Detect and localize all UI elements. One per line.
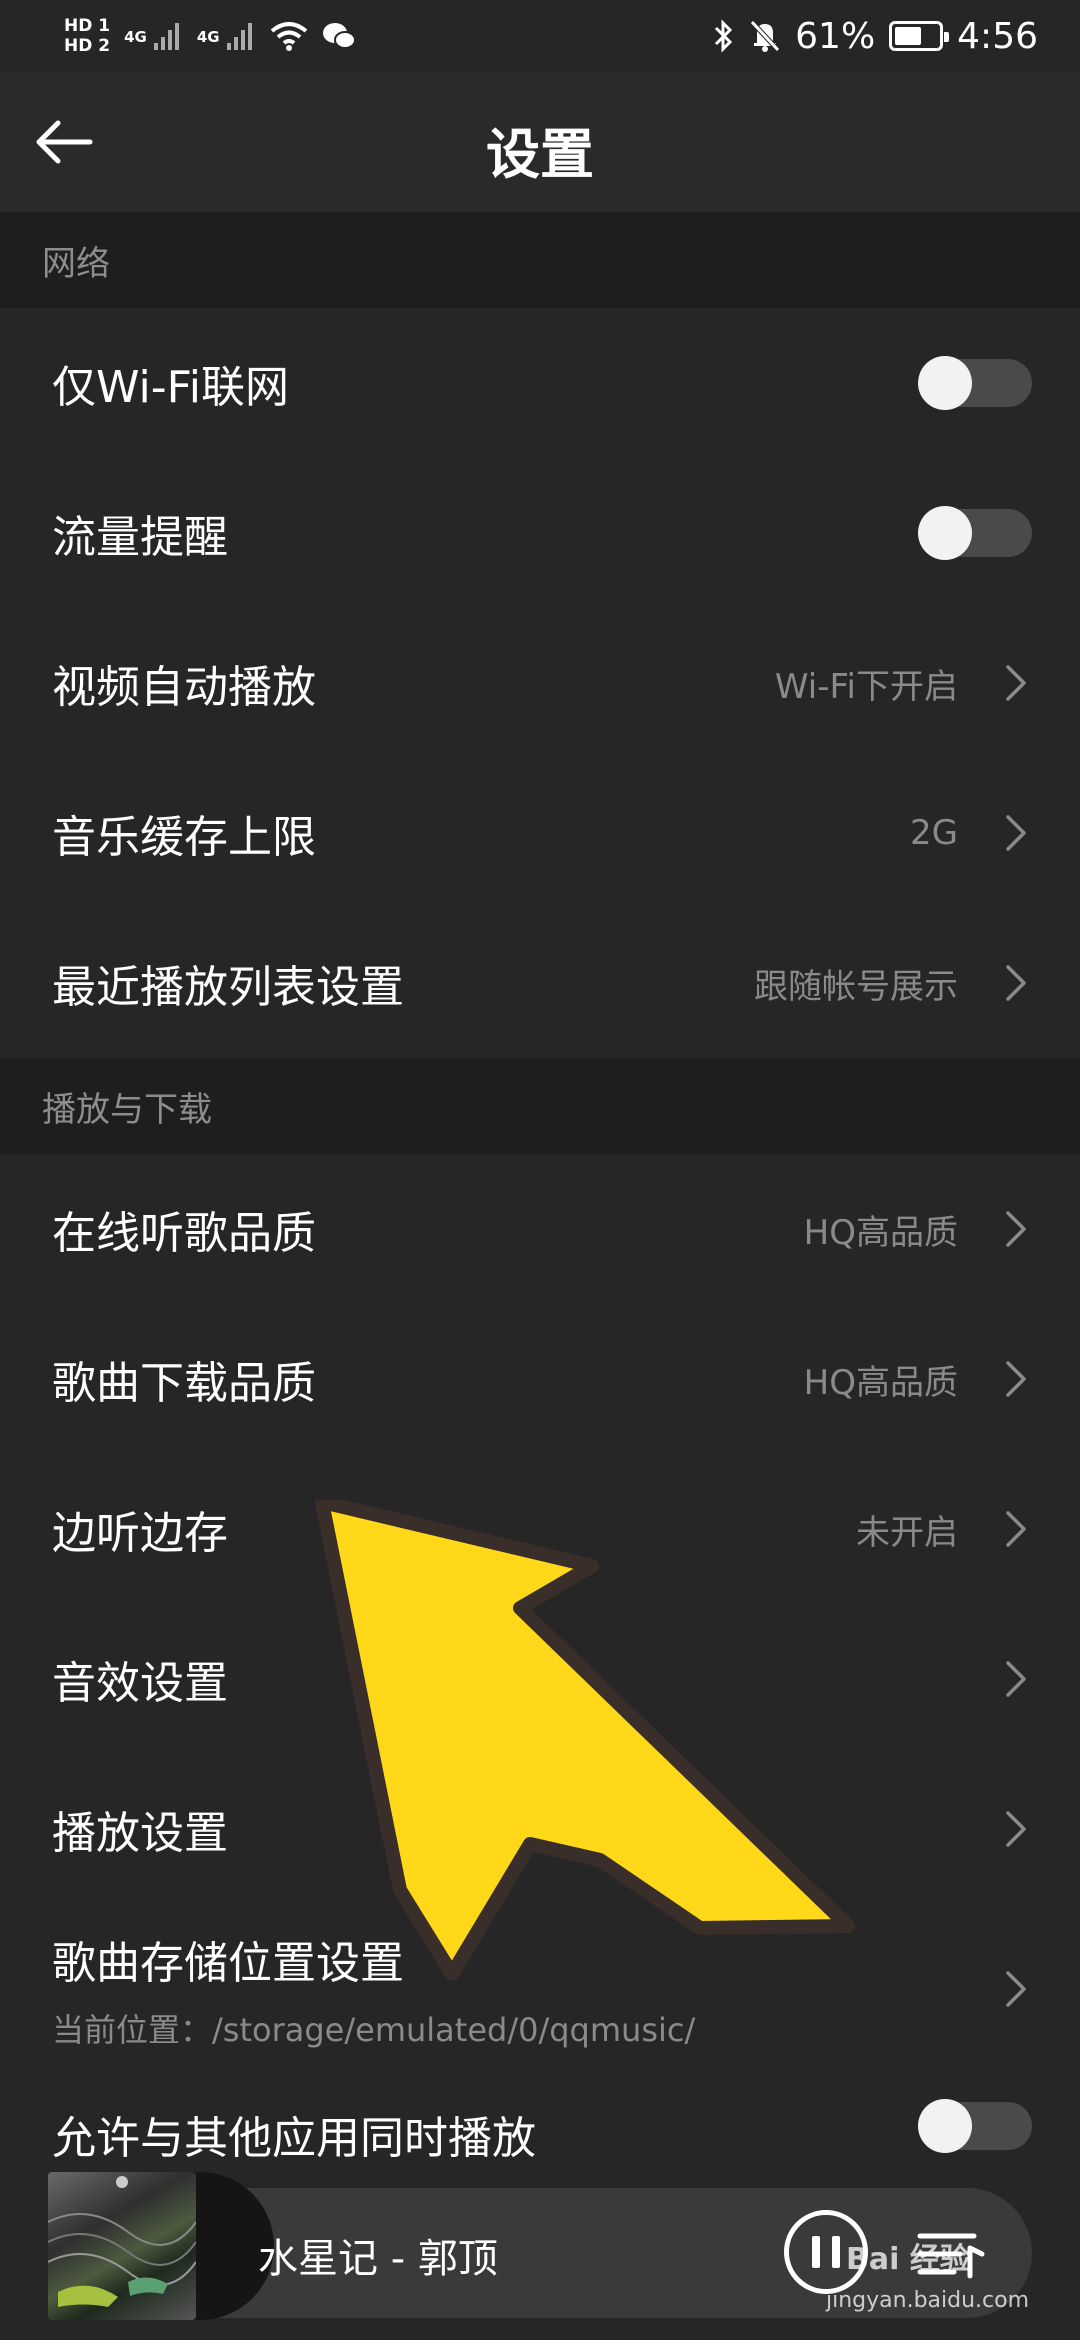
page-title: 设置 — [486, 123, 594, 186]
row-label: 允许与其他应用同时播放 — [52, 2113, 536, 2164]
chevron-right-icon — [1006, 965, 1026, 1001]
setting-row-online-quality[interactable]: 在线听歌品质 HQ高品质 — [0, 1154, 1080, 1304]
row-label: 最近播放列表设置 — [52, 962, 404, 1013]
setting-row-recent-playlist[interactable]: 最近播放列表设置 跟随帐号展示 — [0, 908, 1080, 1058]
bluetooth-icon — [715, 19, 733, 53]
setting-row-storage-location[interactable]: 歌曲存储位置设置 当前位置：/storage/emulated/0/qqmusi… — [0, 1904, 1080, 2074]
row-value: Wi-Fi下开启 — [774, 666, 958, 707]
net2-label: 4G — [196, 28, 220, 46]
chevron-right-icon — [1006, 1811, 1026, 1847]
row-label: 在线听歌品质 — [52, 1208, 316, 1259]
chevron-right-icon — [1006, 1661, 1026, 1697]
watermark-url: jingyan.baidu.com — [826, 2288, 1030, 2313]
row-value: HQ高品质 — [803, 1362, 958, 1403]
setting-row-wifi-only[interactable]: 仅Wi-Fi联网 — [0, 308, 1080, 458]
hd-indicators: HD 1 HD 2 — [64, 16, 110, 56]
chevron-right-icon — [1006, 1511, 1026, 1547]
row-subtitle: 当前位置：/storage/emulated/0/qqmusic/ — [52, 2011, 696, 2049]
watermark-brand: Bai 经验 — [846, 2242, 970, 2277]
wifi-icon — [270, 22, 307, 51]
battery-fill — [895, 27, 921, 45]
row-label: 仅Wi-Fi联网 — [52, 362, 289, 413]
signal-icon — [153, 23, 179, 50]
wifi-only-toggle[interactable] — [918, 356, 1032, 410]
setting-row-video-autoplay[interactable]: 视频自动播放 Wi-Fi下开启 — [0, 608, 1080, 758]
row-label: 歌曲存储位置设置 — [52, 1938, 404, 1989]
chevron-right-icon — [1006, 815, 1026, 851]
net1-label: 4G — [124, 28, 147, 46]
status-bar: HD 1 HD 2 4G 4G 61% 4:56 — [0, 0, 1080, 72]
chevron-right-icon — [1006, 1971, 1026, 2007]
battery-percent: 61% — [795, 15, 876, 57]
row-label: 音效设置 — [52, 1658, 228, 1709]
app-header: 设置 — [0, 72, 1080, 212]
row-value: HQ高品质 — [803, 1212, 958, 1253]
hd2-label: HD 2 — [64, 36, 111, 56]
chevron-right-icon — [1006, 665, 1026, 701]
chevron-right-icon — [1006, 1211, 1026, 1247]
status-time: 4:56 — [957, 15, 1038, 57]
setting-row-data-alert[interactable]: 流量提醒 — [0, 458, 1080, 608]
setting-row-playback-settings[interactable]: 播放设置 — [0, 1754, 1080, 1904]
row-value: 跟随帐号展示 — [754, 966, 958, 1007]
row-label: 歌曲下载品质 — [52, 1358, 316, 1409]
album-art-image — [48, 2176, 196, 2307]
song-title: 水星记 - 郭顶 — [258, 2236, 498, 2282]
battery-icon — [889, 21, 950, 51]
section-header-network: 网络 — [0, 212, 1080, 308]
hd1-label: HD 1 — [64, 16, 111, 36]
row-label: 流量提醒 — [52, 512, 228, 563]
row-label: 音乐缓存上限 — [52, 812, 316, 863]
chevron-right-icon — [1006, 1361, 1026, 1397]
allow-concurrent-toggle[interactable] — [918, 2099, 1032, 2153]
row-text: 歌曲存储位置设置 当前位置：/storage/emulated/0/qqmusi… — [52, 1927, 1004, 2051]
toggle-knob — [918, 2099, 972, 2153]
wechat-icon — [322, 23, 356, 49]
setting-row-cache-while-listen[interactable]: 边听边存 未开启 — [0, 1454, 1080, 1604]
album-art[interactable] — [48, 2172, 196, 2320]
mute-bell-icon — [750, 20, 780, 52]
signal-icon — [226, 23, 252, 50]
row-label: 边听边存 — [52, 1508, 228, 1559]
row-value: 未开启 — [856, 1512, 958, 1553]
status-left: HD 1 HD 2 4G 4G — [64, 16, 356, 56]
setting-row-allow-concurrent[interactable]: 允许与其他应用同时播放 — [0, 2074, 1080, 2184]
setting-row-music-cache[interactable]: 音乐缓存上限 2G — [0, 758, 1080, 908]
row-label: 视频自动播放 — [52, 662, 316, 713]
data-alert-toggle[interactable] — [918, 506, 1032, 560]
row-value: 2G — [910, 813, 958, 853]
setting-row-download-quality[interactable]: 歌曲下载品质 HQ高品质 — [0, 1304, 1080, 1454]
pause-icon — [812, 2236, 820, 2268]
setting-row-sound-effects[interactable]: 音效设置 — [0, 1604, 1080, 1754]
status-right: 61% 4:56 — [713, 16, 1038, 57]
toggle-knob — [918, 356, 972, 410]
row-label: 播放设置 — [52, 1808, 228, 1859]
toggle-knob — [918, 506, 972, 560]
pause-icon — [832, 2236, 840, 2268]
section-header-playback: 播放与下载 — [0, 1058, 1080, 1154]
